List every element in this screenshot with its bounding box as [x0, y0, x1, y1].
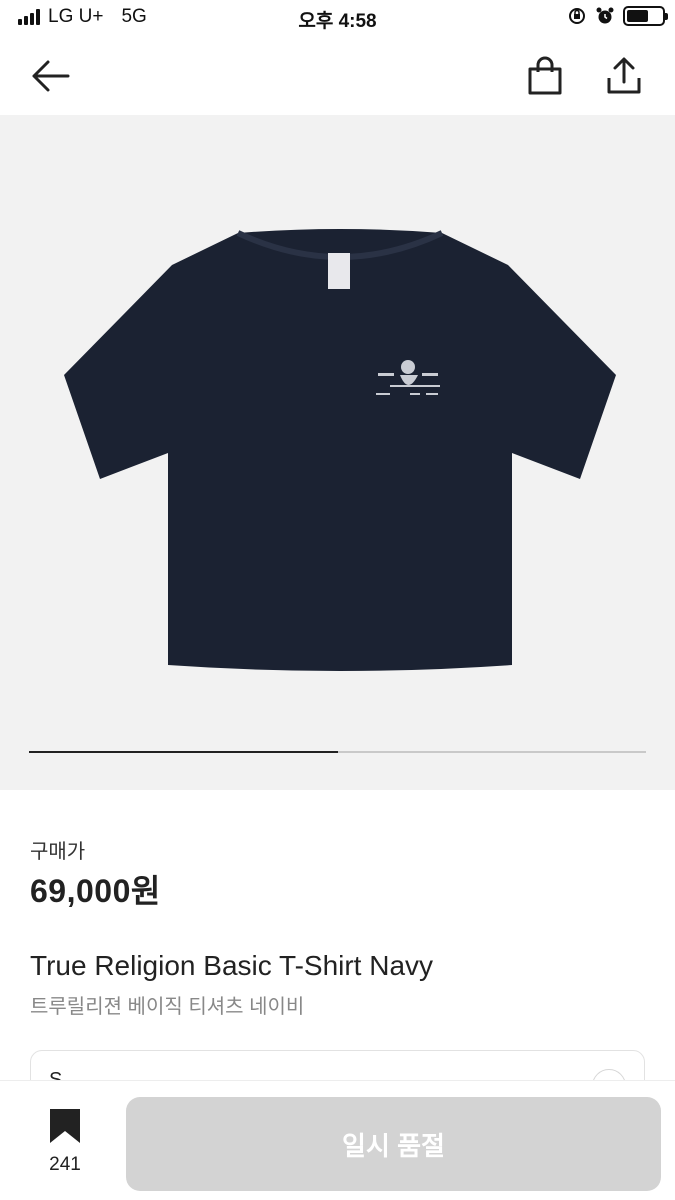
bookmark-button[interactable]: 241 — [34, 1107, 96, 1176]
shopping-bag-icon — [528, 56, 562, 95]
bookmark-icon — [50, 1109, 80, 1143]
share-icon — [607, 57, 641, 94]
top-nav — [0, 40, 675, 114]
sold-out-button[interactable]: 일시 품절 — [126, 1097, 661, 1191]
share-button[interactable] — [602, 54, 646, 98]
cart-button[interactable] — [523, 54, 567, 98]
arrow-left-icon — [32, 60, 70, 92]
product-name-en: True Religion Basic T-Shirt Navy — [30, 950, 434, 981]
image-progress-track — [29, 751, 646, 753]
image-progress-fill — [29, 751, 338, 753]
orientation-lock-icon — [569, 8, 585, 24]
product-image-tshirt — [64, 229, 616, 671]
price-value: 69,000원 — [30, 873, 161, 909]
product-name-ko: 트루릴리젼 베이직 티셔츠 네이비 — [30, 996, 305, 1018]
status-right — [567, 6, 668, 26]
alarm-icon — [596, 7, 614, 24]
price-label: 구매가 — [30, 841, 86, 863]
bottom-action-bar: 241 일시 품절 — [0, 1080, 675, 1200]
product-image-carousel[interactable] — [0, 115, 675, 790]
status-bar: LG U+ 5G 오후 4:58 — [0, 0, 675, 38]
back-button[interactable] — [28, 54, 72, 98]
battery-icon — [623, 6, 668, 26]
bookmark-count: 241 — [49, 1154, 81, 1175]
